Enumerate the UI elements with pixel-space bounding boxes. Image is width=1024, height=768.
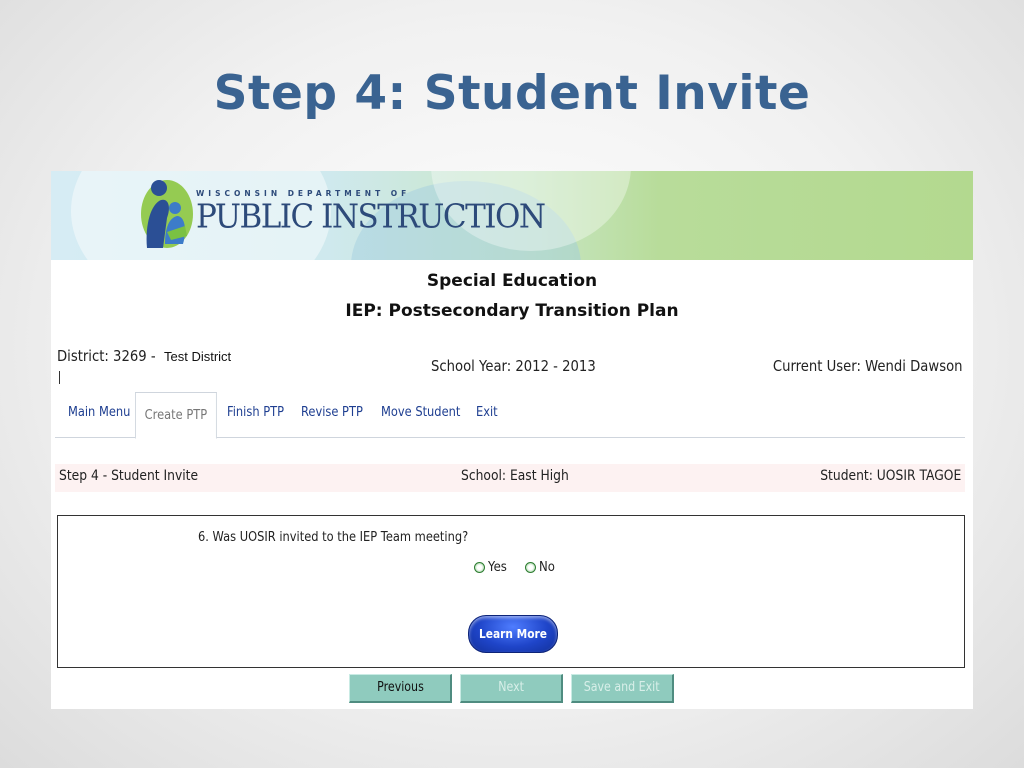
- learn-more-button[interactable]: Learn More: [468, 615, 558, 653]
- student-label: Student: UOSIR TAGOE: [819, 468, 961, 484]
- tab-move-student[interactable]: Move Student: [381, 390, 460, 436]
- org-name-line1: WISCONSIN DEPARTMENT OF: [196, 189, 411, 198]
- step-label: Step 4 - Student Invite: [59, 468, 199, 484]
- tab-bar: Main Menu Create PTP Finish PTP Revise P…: [55, 390, 965, 439]
- previous-button[interactable]: Previous: [349, 674, 452, 703]
- question-panel: 6. Was UOSIR invited to the IEP Team mee…: [57, 515, 965, 668]
- dpi-banner: WISCONSIN DEPARTMENT OF PUBLIC INSTRUCTI…: [51, 171, 973, 260]
- slide-title: Step 4: Student Invite: [213, 66, 811, 121]
- app-subtitle: IEP: Postsecondary Transition Plan: [345, 301, 679, 321]
- radio-yes[interactable]: [474, 562, 485, 574]
- step-info-bar: Step 4 - Student Invite School: East Hig…: [55, 464, 965, 492]
- previous-label: Previous: [376, 680, 424, 695]
- app-title: Special Education: [426, 271, 598, 291]
- tab-exit[interactable]: Exit: [476, 390, 498, 436]
- answer-radio-group: Yes No: [474, 559, 569, 577]
- district-label: District: 3269 -: [57, 347, 156, 365]
- current-user: Current User: Wendi Dawson: [773, 357, 963, 375]
- radio-no-label[interactable]: No: [539, 560, 555, 575]
- tab-main-menu[interactable]: Main Menu: [68, 390, 130, 436]
- school-label: School: East High: [461, 468, 569, 484]
- question-text: 6. Was UOSIR invited to the IEP Team mee…: [198, 530, 469, 545]
- school-year: School Year: 2012 - 2013: [431, 357, 596, 375]
- app-screenshot: WISCONSIN DEPARTMENT OF PUBLIC INSTRUCTI…: [51, 171, 973, 709]
- org-name-line2: PUBLIC INSTRUCTION: [196, 198, 546, 236]
- save-and-exit-button[interactable]: Save and Exit: [571, 674, 674, 703]
- tab-finish-ptp[interactable]: Finish PTP: [227, 390, 284, 436]
- next-button[interactable]: Next: [460, 674, 563, 703]
- radio-no[interactable]: [525, 562, 537, 574]
- save-and-exit-label: Save and Exit: [584, 680, 660, 695]
- learn-more-label: Learn More: [479, 626, 547, 641]
- dpi-logo-icon: [141, 180, 193, 248]
- district-name: Test District: [164, 349, 232, 364]
- radio-yes-label[interactable]: Yes: [488, 560, 507, 575]
- next-label: Next: [498, 680, 524, 695]
- tab-revise-ptp[interactable]: Revise PTP: [301, 390, 363, 436]
- text-cursor: [59, 371, 60, 384]
- tab-create-ptp[interactable]: Create PTP: [135, 392, 217, 439]
